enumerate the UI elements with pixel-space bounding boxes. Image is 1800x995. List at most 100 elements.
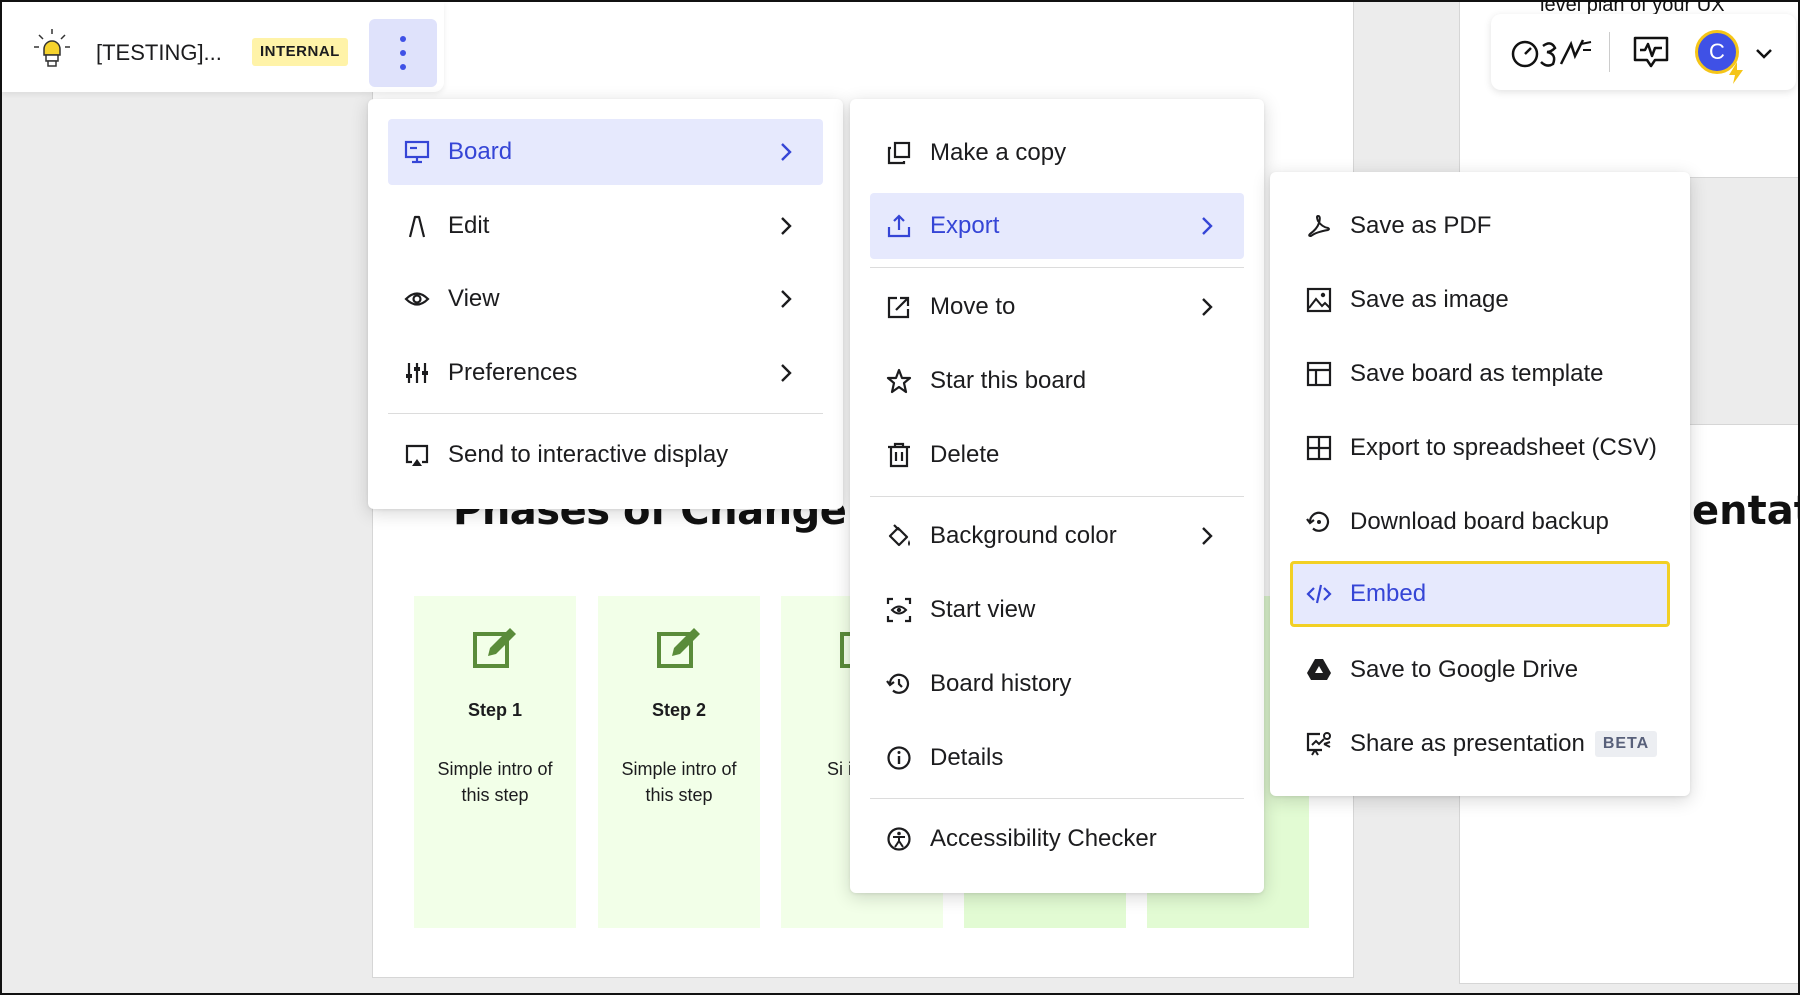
menu-item-label: Send to interactive display xyxy=(448,441,729,468)
step-card[interactable]: Step 2 Simple intro of this step xyxy=(598,596,760,928)
menu-item-export[interactable]: Export xyxy=(870,193,1244,259)
menu-item-label: Save board as template xyxy=(1350,360,1604,387)
step-desc: Simple intro of this step xyxy=(621,759,737,805)
menu-item-edit[interactable]: Edit xyxy=(388,193,823,259)
menu-item-google-drive[interactable]: Save to Google Drive xyxy=(1290,637,1670,703)
step-title: Step 1 xyxy=(467,700,523,720)
chevron-right-icon xyxy=(781,364,792,382)
cast-icon xyxy=(405,444,429,466)
edit-note-icon xyxy=(473,628,516,668)
trash-icon xyxy=(888,442,910,468)
menu-item-label: Share as presentation xyxy=(1350,730,1585,757)
accessibility-icon xyxy=(887,827,911,851)
board-submenu: Make a copy Export Move to Star this boa… xyxy=(850,99,1264,893)
pdf-icon xyxy=(1308,215,1330,237)
right-heading: entat xyxy=(1692,488,1800,534)
board-icon xyxy=(404,140,430,164)
google-drive-icon xyxy=(1307,659,1331,680)
menu-item-label: Save as PDF xyxy=(1350,212,1492,239)
menu-item-label: Save as image xyxy=(1350,286,1509,313)
menu-item-label: Download board backup xyxy=(1350,508,1609,535)
menu-item-label: Board history xyxy=(930,670,1072,697)
menu-item-board-history[interactable]: Board history xyxy=(870,651,1244,717)
template-icon xyxy=(1306,361,1332,387)
chevron-right-icon xyxy=(781,217,792,235)
internal-badge: INTERNAL xyxy=(252,38,348,66)
menu-item-export-csv[interactable]: Export to spreadsheet (CSV) xyxy=(1290,415,1670,481)
step-card[interactable]: Step 1 Simple intro of this step xyxy=(414,596,576,928)
menu-item-star[interactable]: Star this board xyxy=(870,348,1244,414)
board-name[interactable]: [TESTING]... xyxy=(96,40,222,66)
menu-item-details[interactable]: Details xyxy=(870,725,1244,791)
step-title: Step 2 xyxy=(651,700,707,720)
menu-item-make-copy[interactable]: Make a copy xyxy=(870,120,1244,186)
menu-item-label: Embed xyxy=(1350,580,1427,607)
main-menu: Board Edit View Preferences Send to inte… xyxy=(368,99,843,509)
step-desc: Simple intro of this step xyxy=(437,759,553,805)
menu-item-view[interactable]: View xyxy=(388,266,823,332)
main-menu-button[interactable] xyxy=(369,19,437,87)
edit-icon xyxy=(408,215,426,238)
move-icon xyxy=(887,296,910,319)
menu-item-label: Accessibility Checker xyxy=(930,825,1157,852)
menu-item-save-template[interactable]: Save board as template xyxy=(1290,341,1670,407)
upload-icon xyxy=(887,214,911,238)
chevron-right-icon xyxy=(781,143,792,161)
menu-item-label: Preferences xyxy=(448,359,578,386)
star-icon xyxy=(886,368,912,394)
chevron-down-icon[interactable] xyxy=(1753,42,1775,64)
presentation-icon xyxy=(1306,732,1331,756)
image-icon xyxy=(1306,287,1332,313)
menu-item-label: Save to Google Drive xyxy=(1350,656,1579,683)
menu-item-start-view[interactable]: Start view xyxy=(870,577,1244,643)
history-icon xyxy=(886,673,910,694)
chevron-right-icon xyxy=(1202,527,1213,545)
menu-item-save-pdf[interactable]: Save as PDF xyxy=(1290,193,1670,259)
activity-monitor-icon[interactable] xyxy=(1633,34,1669,70)
spreadsheet-icon xyxy=(1306,435,1332,461)
chevron-right-icon xyxy=(781,290,792,308)
menu-divider xyxy=(388,413,823,414)
menu-item-save-image[interactable]: Save as image xyxy=(1290,267,1670,333)
menu-divider xyxy=(870,267,1244,268)
menu-item-label: Edit xyxy=(448,212,490,239)
menu-item-download-backup[interactable]: Download board backup xyxy=(1290,489,1670,555)
eye-icon xyxy=(404,292,430,306)
beta-badge: BETA xyxy=(1594,731,1658,757)
menu-item-move-to[interactable]: Move to xyxy=(870,274,1244,340)
menu-item-label: Export to spreadsheet (CSV) xyxy=(1350,434,1657,461)
board-toolbar: [TESTING]... INTERNAL xyxy=(2,2,444,92)
menu-item-label: Delete xyxy=(930,441,1000,468)
menu-item-accessibility-checker[interactable]: Accessibility Checker xyxy=(870,806,1244,872)
menu-item-label: Board xyxy=(448,138,513,165)
menu-item-label: View xyxy=(448,285,500,312)
menu-item-preferences[interactable]: Preferences xyxy=(388,340,823,406)
timer-reactions-icon[interactable] xyxy=(1511,34,1593,70)
copy-icon xyxy=(887,141,911,165)
paint-bucket-icon xyxy=(888,524,910,547)
menu-item-label: Start view xyxy=(930,596,1036,623)
menu-item-share-presentation[interactable]: Share as presentation BETA xyxy=(1290,711,1670,777)
start-view-icon xyxy=(886,597,912,623)
lightbulb-icon xyxy=(34,29,70,67)
menu-divider xyxy=(870,496,1244,497)
menu-item-send-to-display[interactable]: Send to interactive display xyxy=(388,422,823,488)
embed-icon xyxy=(1306,584,1332,604)
menu-item-delete[interactable]: Delete xyxy=(870,422,1244,488)
edit-note-icon xyxy=(657,628,700,668)
info-icon xyxy=(887,746,911,770)
menu-divider xyxy=(870,798,1244,799)
menu-item-label: Export xyxy=(930,212,1000,239)
menu-item-background-color[interactable]: Background color xyxy=(870,503,1244,569)
menu-item-embed[interactable]: Embed xyxy=(1290,561,1670,627)
collab-toolbar: C xyxy=(1491,14,1796,90)
menu-item-label: Make a copy xyxy=(930,139,1067,166)
dot xyxy=(400,36,406,42)
sliders-icon xyxy=(406,363,428,383)
toolbar-divider xyxy=(1609,32,1610,72)
backup-icon xyxy=(1306,511,1330,532)
chevron-right-icon xyxy=(1202,217,1213,235)
menu-item-board[interactable]: Board xyxy=(388,119,823,185)
dot xyxy=(400,50,406,56)
menu-item-label: Move to xyxy=(930,293,1016,320)
